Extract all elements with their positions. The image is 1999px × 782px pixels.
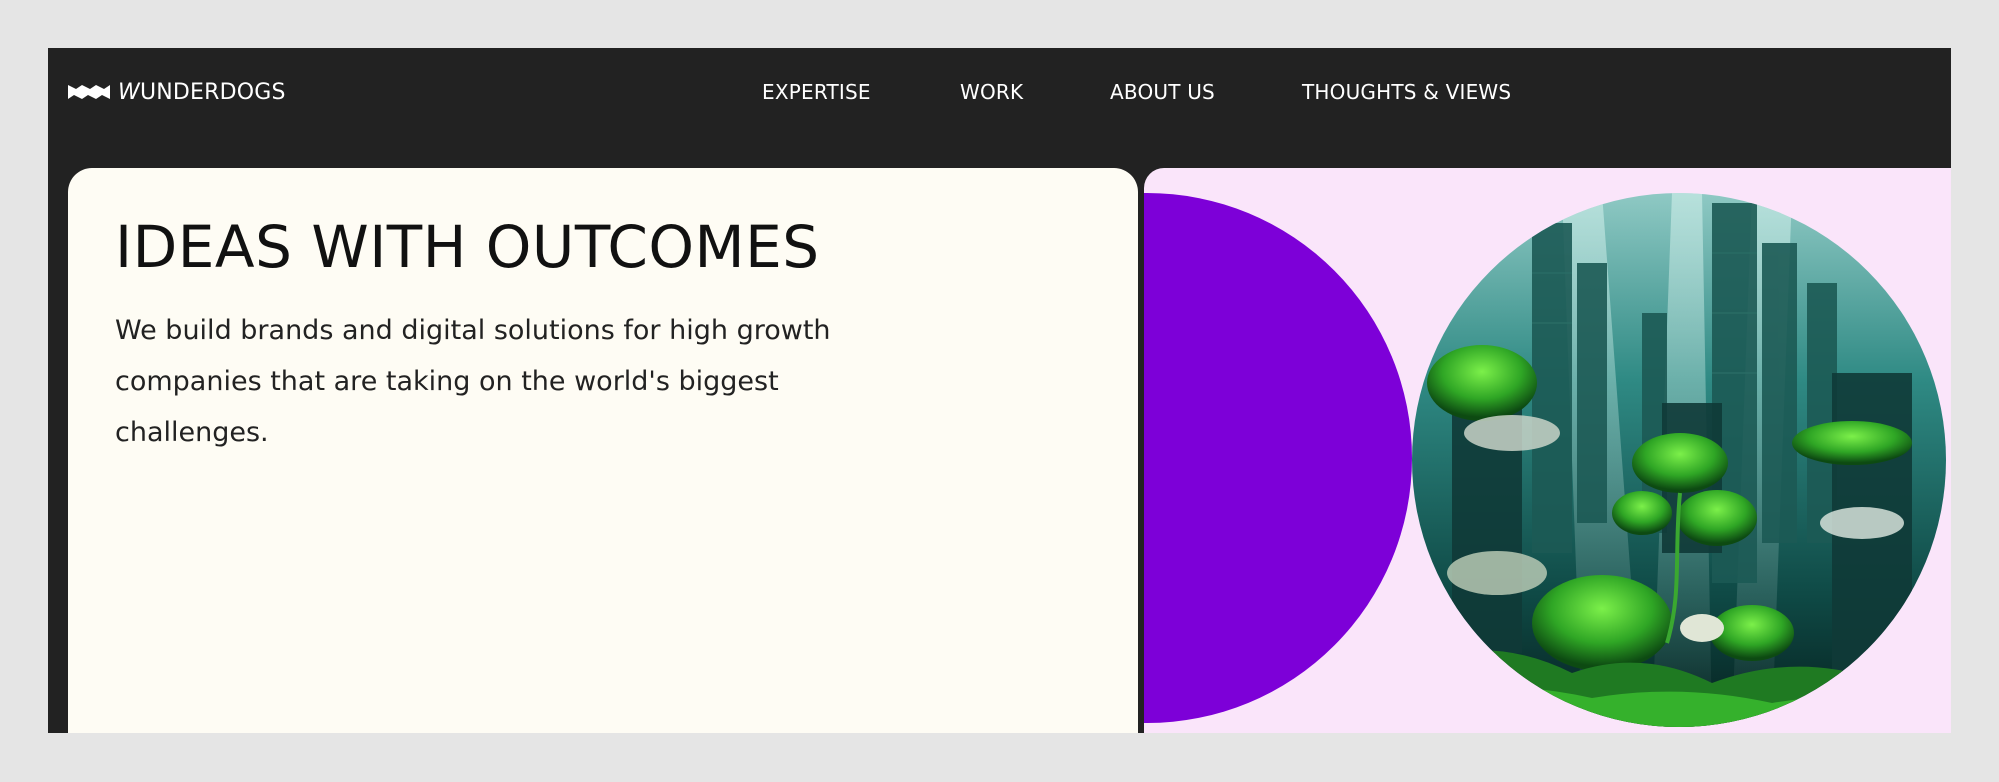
hero-card: IDEAS WITH OUTCOMES We build brands and … xyxy=(68,168,1138,733)
underwater-city-image xyxy=(1412,193,1946,727)
purple-circle-shape xyxy=(1144,193,1412,723)
hero-visual-panel xyxy=(1144,168,1951,733)
main-nav: EXPERTISE WORK ABOUT US THOUGHTS & VIEWS xyxy=(48,72,1951,112)
hero-title: IDEAS WITH OUTCOMES xyxy=(115,213,820,281)
nav-item-thoughts-views[interactable]: THOUGHTS & VIEWS xyxy=(1302,72,1511,112)
nav-item-work[interactable]: WORK xyxy=(960,72,1023,112)
nav-item-expertise[interactable]: EXPERTISE xyxy=(762,72,871,112)
hero-description: We build brands and digital solutions fo… xyxy=(115,314,831,448)
nav-item-about-us[interactable]: ABOUT US xyxy=(1110,72,1215,112)
site-frame: WUNDERDOGS EXPERTISE WORK ABOUT US THOUG… xyxy=(48,48,1951,733)
